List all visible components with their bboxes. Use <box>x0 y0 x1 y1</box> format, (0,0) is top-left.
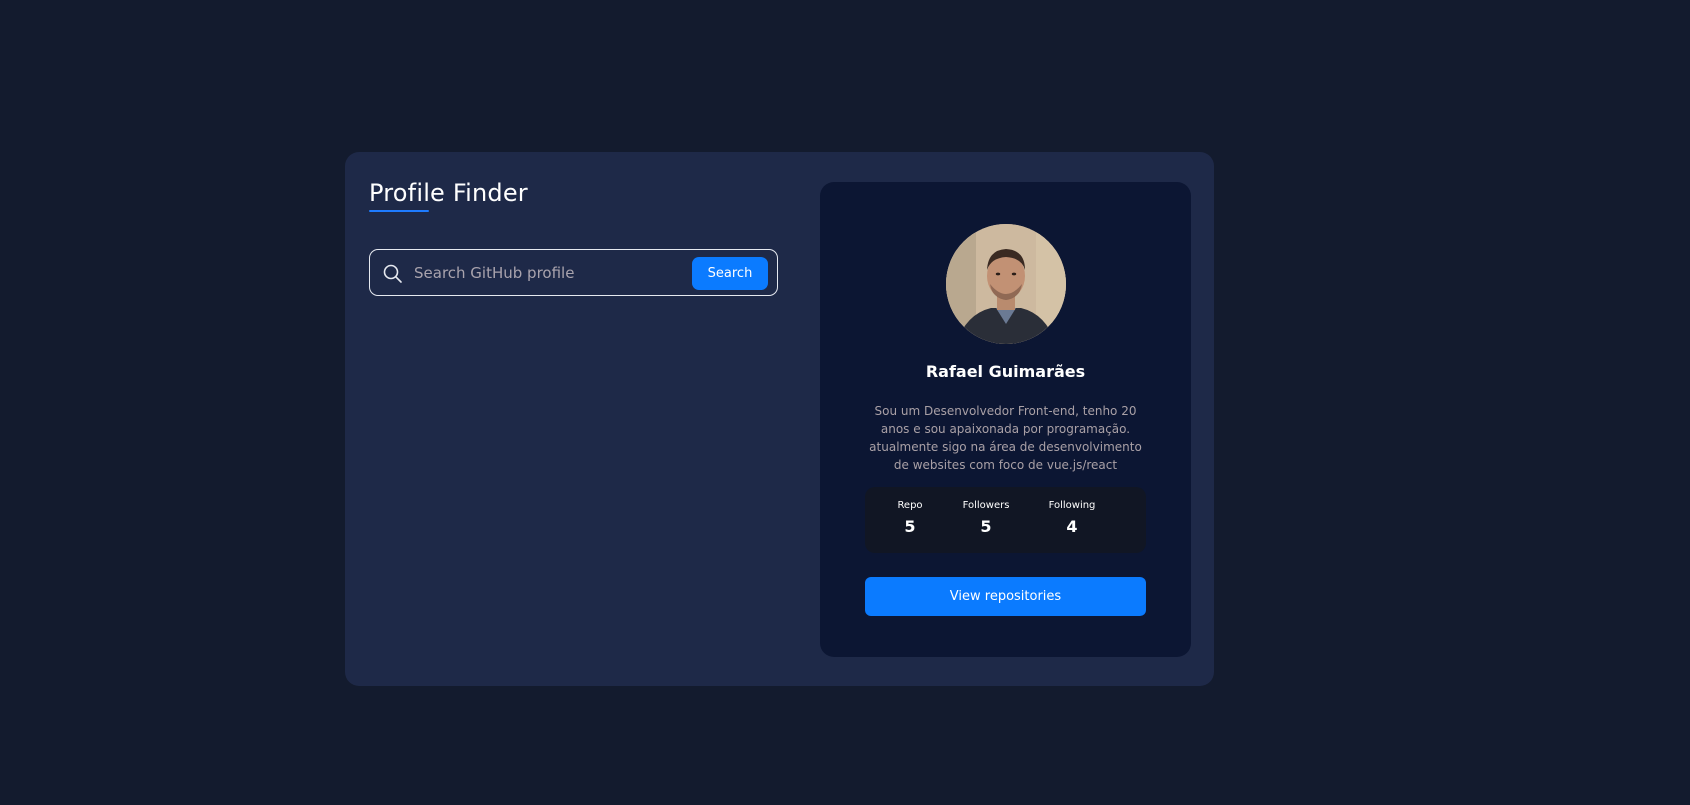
stat-value: 5 <box>980 517 992 536</box>
search-icon <box>382 263 404 285</box>
profile-card: Rafael Guimarães Sou um Desenvolvedor Fr… <box>820 182 1191 657</box>
stat-value: 4 <box>1066 517 1078 536</box>
search-input[interactable] <box>414 259 684 287</box>
profile-finder-panel: Profile Finder Search GitHub profile Sea… <box>345 152 1214 686</box>
title-underline <box>369 210 429 212</box>
profile-stats: Repo 5 Followers 5 Following 4 <box>865 487 1146 553</box>
view-repositories-button[interactable]: View repositories <box>865 577 1146 616</box>
stat-followers: Followers 5 <box>941 499 1031 538</box>
search-bar: Search <box>369 249 778 296</box>
profile-bio: Sou um Desenvolvedor Front-end, tenho 20… <box>869 404 1142 472</box>
avatar <box>946 224 1066 344</box>
page-title: Profile Finder <box>369 179 528 207</box>
search-button[interactable]: Search <box>692 257 768 290</box>
stat-label: Following <box>1048 500 1096 511</box>
stat-label: Followers <box>962 500 1010 511</box>
profile-name: Rafael Guimarães <box>925 362 1086 381</box>
stat-following: Following 4 <box>1027 499 1117 538</box>
